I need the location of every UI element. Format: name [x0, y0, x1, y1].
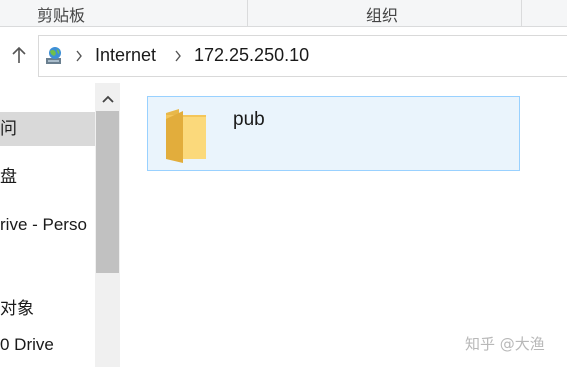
nav-item-onedrive[interactable]: 0 Drive [0, 328, 95, 362]
scroll-up-button[interactable] [95, 87, 120, 111]
arrow-up-icon [12, 46, 26, 63]
nav-item-onedrive-personal[interactable]: rive - Perso [0, 208, 95, 242]
network-globe-icon [46, 47, 61, 64]
scroll-thumb[interactable] [96, 111, 119, 273]
ribbon-divider [521, 0, 522, 26]
breadcrumb-host[interactable]: 172.25.250.10 [194, 45, 309, 66]
nav-item-drive[interactable]: 盘 [0, 160, 95, 194]
navigation-pane: 问 盘 rive - Perso 对象 0 Drive [0, 83, 120, 367]
folder-item[interactable]: pub [147, 96, 520, 171]
address-bar[interactable]: Internet 172.25.250.10 [38, 35, 567, 77]
ribbon-group-organize-label: 组织 [366, 6, 399, 25]
chevron-right-icon[interactable] [75, 50, 83, 62]
folder-icon [166, 109, 206, 163]
folder-name: pub [233, 109, 265, 130]
breadcrumb-internet[interactable]: Internet [95, 45, 156, 66]
file-list: pub [120, 83, 567, 367]
ribbon-group-clipboard-label: 剪贴板 [37, 6, 86, 25]
address-row: Internet 172.25.250.10 [0, 27, 567, 81]
chevron-up-icon [101, 95, 114, 103]
nav-item-3d-objects[interactable]: 对象 [0, 292, 95, 326]
ribbon-group-bar: 剪贴板 组织 [0, 0, 567, 27]
chevron-right-icon[interactable] [174, 50, 182, 62]
watermark-text: 知乎 @大渔 [465, 335, 545, 353]
nav-item-quick-access[interactable]: 问 [0, 112, 95, 146]
ribbon-divider [247, 0, 248, 26]
up-button[interactable] [6, 42, 32, 68]
nav-scrollbar[interactable] [95, 83, 120, 367]
